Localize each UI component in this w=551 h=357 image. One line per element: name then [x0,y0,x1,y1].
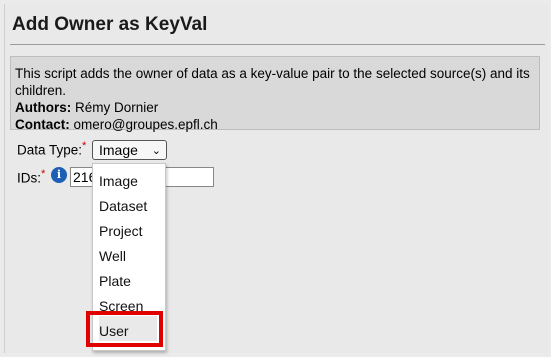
script-description: This script adds the owner of data as a … [10,56,540,133]
contact-value: omero@groupes.epfl.ch [69,117,218,132]
dropdown-option-image[interactable]: Image [99,173,138,189]
contact-line: Contact: omero@groupes.epfl.ch [15,116,535,133]
ids-label: IDs:* [17,168,46,186]
data-type-select[interactable]: Image ⌄ [92,140,167,160]
dropdown-option-project[interactable]: Project [99,223,143,239]
description-text: This script adds the owner of data as a … [15,66,530,98]
data-type-label: Data Type:* [17,140,87,158]
dropdown-option-plate[interactable]: Plate [99,273,131,289]
info-icon[interactable]: i [51,167,67,183]
dropdown-option-well[interactable]: Well [99,248,126,264]
contact-label: Contact: [15,117,70,132]
authors-value: Rémy Dornier [71,100,159,115]
chevron-down-icon: ⌄ [151,145,161,157]
page-title: Add Owner as KeyVal [12,14,208,35]
title-divider [10,44,545,45]
highlight-box [86,311,163,347]
authors-line: Authors: Rémy Dornier [15,99,535,116]
data-type-selected: Image [99,142,138,158]
required-marker: * [82,140,87,152]
authors-label: Authors: [15,100,72,115]
required-marker: * [41,168,46,180]
dropdown-option-dataset[interactable]: Dataset [99,198,147,214]
